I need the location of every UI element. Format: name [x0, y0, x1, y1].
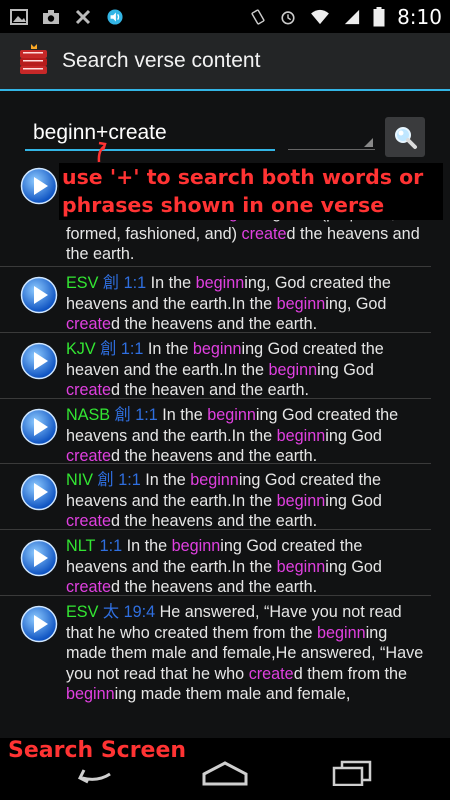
- result-row[interactable]: KJV 創 1:1 In the beginning God created t…: [0, 332, 431, 399]
- verse-fragment: ing God: [325, 557, 382, 576]
- match-highlight: beginn: [190, 471, 239, 489]
- verse-fragment: In the: [122, 537, 172, 555]
- sound-icon: [107, 8, 123, 25]
- search-input[interactable]: [25, 117, 275, 151]
- match-highlight: beginn: [276, 426, 326, 445]
- match-highlight: create: [241, 224, 287, 243]
- results-list[interactable]: and the earth.In the beginning God (prep…: [0, 163, 450, 738]
- verse-reference: 19:4: [123, 603, 156, 621]
- match-highlight: create: [66, 315, 111, 333]
- verse-fragment: In the: [146, 274, 196, 292]
- match-highlight: beginn: [195, 274, 245, 292]
- rotate-icon: [251, 8, 265, 25]
- verse-fragment: In the: [140, 471, 191, 489]
- match-highlight: beginn: [171, 537, 221, 555]
- back-icon[interactable]: [70, 760, 120, 786]
- verse-text: NASB 創 1:1 In the beginning God created …: [66, 405, 426, 467]
- play-audio-icon[interactable]: [20, 408, 58, 446]
- verse-reference: 1:1: [123, 274, 147, 292]
- annotation-text: use '+' to search both words or phrases …: [62, 165, 424, 217]
- verse-fragment: ing, God: [325, 294, 387, 313]
- match-highlight: beginn: [317, 623, 366, 642]
- version-label: NASB: [66, 406, 111, 424]
- camera-icon: [43, 9, 59, 24]
- match-highlight: create: [66, 512, 111, 530]
- search-icon: [395, 127, 417, 149]
- match-highlight: create: [248, 664, 294, 683]
- book-label: 太: [102, 603, 120, 621]
- verse-fragment: d the heaven and the earth.: [111, 381, 310, 399]
- status-bar: 8:10: [0, 0, 450, 33]
- match-highlight: beginn: [276, 294, 326, 313]
- version-label: KJV: [66, 340, 96, 358]
- alarm-icon: [281, 10, 295, 24]
- verse-reference: 1:1: [118, 471, 141, 489]
- verse-fragment: ing made them male and female,: [114, 685, 351, 703]
- spinner-arrow-icon: [364, 138, 373, 147]
- version-label: ESV: [66, 603, 99, 621]
- verse-fragment: d the heavens and the earth.: [111, 315, 318, 333]
- screen-label: Search Screen: [8, 738, 187, 763]
- verse-fragment: ing God: [317, 360, 374, 379]
- home-icon[interactable]: [200, 760, 250, 786]
- result-row[interactable]: NASB 創 1:1 In the beginning God created …: [0, 398, 431, 467]
- verse-fragment: d them from the: [293, 664, 408, 683]
- book-label: 創: [102, 274, 120, 292]
- result-row[interactable]: NIV 創 1:1 In the beginning God created t…: [0, 463, 431, 530]
- verse-text: NIV 創 1:1 In the beginning God created t…: [66, 470, 426, 532]
- book-label: 創: [97, 471, 114, 489]
- match-highlight: create: [66, 381, 111, 399]
- play-audio-icon[interactable]: [20, 276, 58, 314]
- version-label: ESV: [66, 274, 99, 292]
- play-audio-icon[interactable]: [20, 539, 58, 577]
- wifi-icon: [311, 9, 329, 24]
- annotation-arrow: [97, 141, 107, 163]
- play-audio-icon[interactable]: [20, 167, 58, 205]
- gallery-icon: [10, 8, 28, 25]
- version-label: NIV: [66, 471, 93, 489]
- verse-text: ESV 創 1:1 In the beginning, God created …: [66, 273, 426, 335]
- verse-text: NLT 1:1 In the beginning God created the…: [66, 536, 426, 598]
- signal-icon: [344, 9, 360, 24]
- usb-icon: [75, 9, 91, 24]
- verse-fragment: d the heavens and the earth.: [111, 578, 318, 596]
- play-audio-icon[interactable]: [20, 605, 58, 643]
- verse-fragment: ing God: [325, 426, 382, 445]
- version-label: NLT: [66, 537, 96, 555]
- bible-book-icon[interactable]: [17, 44, 50, 78]
- match-highlight: create: [66, 578, 111, 596]
- clock: 8:10: [397, 4, 442, 29]
- verse-fragment: ing God: [325, 491, 382, 510]
- result-row[interactable]: ESV 太 19:4 He answered, “Have you not re…: [0, 595, 431, 738]
- verse-fragment: In the: [157, 406, 208, 424]
- verse-text: ESV 太 19:4 He answered, “Have you not re…: [66, 602, 426, 705]
- match-highlight: beginn: [268, 360, 318, 379]
- page-title: Search verse content: [62, 49, 261, 72]
- result-row[interactable]: NLT 1:1 In the beginning God created the…: [0, 529, 431, 596]
- battery-icon: [373, 6, 385, 26]
- book-label: 創: [114, 406, 131, 424]
- verse-reference: 1:1: [135, 406, 158, 424]
- result-row[interactable]: ESV 創 1:1 In the beginning, God created …: [0, 266, 431, 333]
- search-button[interactable]: [385, 117, 425, 157]
- verse-text: KJV 創 1:1 In the beginning God created t…: [66, 339, 426, 401]
- match-highlight: beginn: [207, 406, 256, 424]
- book-label: 創: [100, 340, 117, 358]
- search-bar: [0, 91, 450, 163]
- match-highlight: beginn: [192, 340, 242, 358]
- verse-reference: 1:1: [99, 537, 123, 555]
- verse-reference: 1:1: [120, 340, 144, 358]
- match-highlight: beginn: [66, 685, 115, 703]
- play-audio-icon[interactable]: [20, 342, 58, 380]
- match-highlight: beginn: [276, 557, 326, 576]
- play-audio-icon[interactable]: [20, 473, 58, 511]
- version-spinner[interactable]: [288, 121, 375, 150]
- verse-fragment: In the: [143, 340, 193, 358]
- action-bar: Search verse content: [0, 33, 450, 91]
- verse-fragment: d the heavens and the earth.: [111, 512, 318, 530]
- match-highlight: beginn: [276, 491, 326, 510]
- recents-icon[interactable]: [330, 760, 374, 786]
